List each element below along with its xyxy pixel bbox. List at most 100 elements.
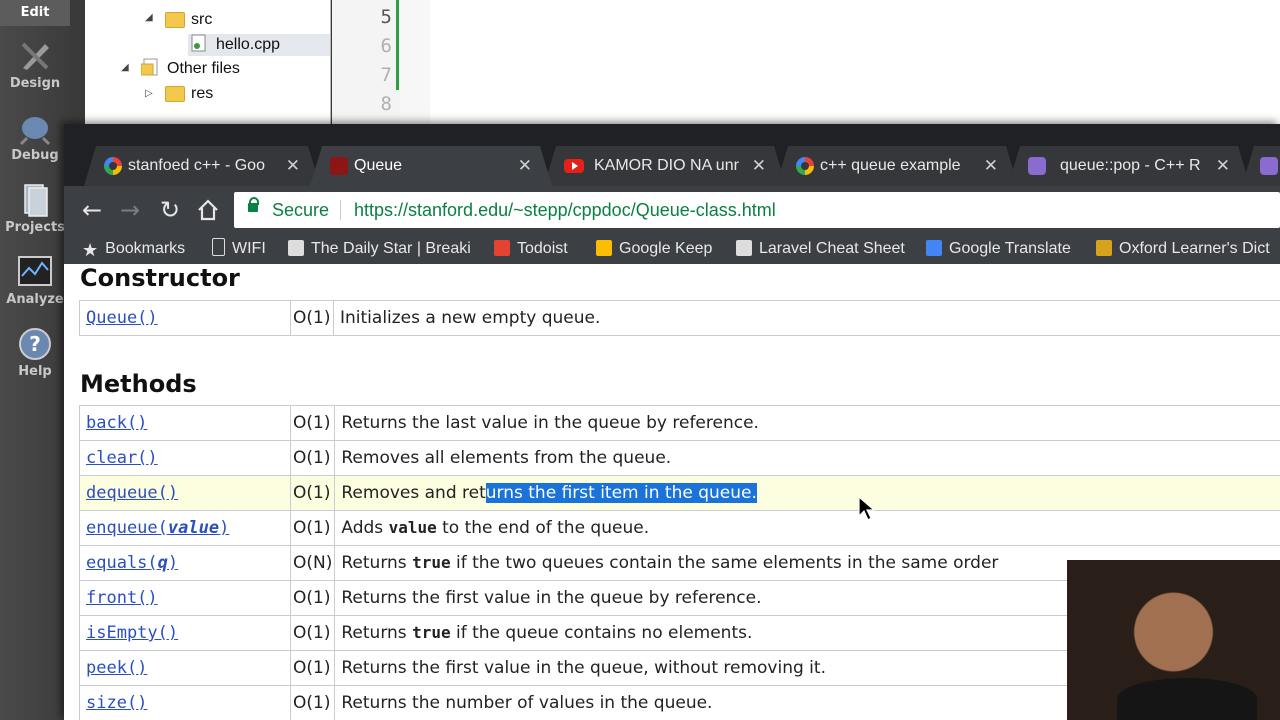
complexity: O(1) xyxy=(289,685,336,720)
design-icon xyxy=(21,42,49,70)
bookmark-label: Oxford Learner's Dict xyxy=(1119,240,1270,257)
tree-item-src[interactable]: src xyxy=(165,9,212,31)
method-link[interactable]: clear() xyxy=(86,448,158,468)
bookmark-laravel[interactable]: Laravel Cheat Sheet xyxy=(736,234,905,264)
tab-title: stanfoed c++ - Goo xyxy=(128,157,265,174)
bookmark-label: Google Translate xyxy=(949,240,1071,257)
url-text: https://stanford.edu/~stepp/cppdoc/Queue… xyxy=(354,200,776,220)
method-link[interactable]: Queue() xyxy=(86,308,158,328)
analyze-icon xyxy=(18,256,52,286)
mode-debug-label: Debug xyxy=(11,148,59,163)
method-description: Removes all elements from the queue. xyxy=(334,440,1280,476)
tree-item-hello-cpp[interactable]: hello.cpp xyxy=(188,34,330,56)
tree-item-res[interactable]: res xyxy=(165,83,213,105)
qt-mode-bar: Edit Design Debug Projects Analyze ? Hel… xyxy=(0,0,70,720)
tab-google-search[interactable]: stanfoed c++ - Goo ✕ xyxy=(84,146,320,186)
mode-edit[interactable]: Edit xyxy=(0,0,70,26)
line-number: 5 xyxy=(380,6,392,28)
method-link[interactable]: equals(q) xyxy=(86,553,178,573)
mode-edit-label: Edit xyxy=(20,5,50,20)
bookmark-google-keep[interactable]: Google Keep xyxy=(596,234,712,264)
table-row: clear() O(1) Removes all elements from t… xyxy=(79,440,1280,476)
bookmark-daily-star[interactable]: The Daily Star | Breaki xyxy=(288,234,471,264)
mode-help-label: Help xyxy=(18,364,52,379)
svg-text:?: ? xyxy=(29,332,41,356)
mode-design[interactable]: Design xyxy=(0,38,70,91)
daily-star-icon xyxy=(288,240,304,256)
method-link[interactable]: back() xyxy=(86,413,147,433)
table-row: dequeue() O(1) Removes and returns the f… xyxy=(79,475,1280,511)
constructor-heading: Constructor xyxy=(80,264,240,292)
tab-queue[interactable]: Queue ✕ xyxy=(310,146,552,186)
method-link[interactable]: dequeue() xyxy=(86,483,178,503)
tree-item-label: src xyxy=(191,11,213,28)
star-icon: ★ xyxy=(82,240,99,260)
table-row: back() O(1) Returns the last value in th… xyxy=(79,405,1280,441)
home-icon[interactable] xyxy=(194,196,222,224)
tree-item-label: Other files xyxy=(167,60,240,77)
project-tree: ◢ src hello.cpp ◢ Other files ▷ res xyxy=(85,0,331,124)
mode-projects[interactable]: Projects xyxy=(0,182,70,235)
tab-title: c++ queue example xyxy=(820,157,961,174)
close-tab-icon[interactable]: ✕ xyxy=(286,146,300,186)
method-link[interactable]: peek() xyxy=(86,658,147,678)
method-description: Removes and returns the first item in th… xyxy=(334,475,1280,511)
folder-icon xyxy=(165,85,185,102)
description-text: Removes and ret xyxy=(341,483,486,503)
tree-item-other-files[interactable]: Other files xyxy=(140,58,240,80)
tab-strip: stanfoed c++ - Goo ✕ Queue ✕ KAMOR DIO N… xyxy=(64,124,1280,186)
keep-icon xyxy=(596,240,612,256)
bookmarks-bar: ★ Bookmarks WIFI The Daily Star | Breaki … xyxy=(64,234,1280,264)
reload-icon[interactable]: ↻ xyxy=(156,196,184,224)
youtube-icon xyxy=(564,159,584,173)
close-tab-icon[interactable]: ✕ xyxy=(984,146,998,186)
laravel-icon xyxy=(736,240,752,256)
bookmark-oxford[interactable]: Oxford Learner's Dict xyxy=(1096,234,1270,264)
expand-arrow-icon[interactable]: ◢ xyxy=(121,62,129,73)
stanford-icon xyxy=(330,157,348,175)
todoist-icon xyxy=(494,240,510,256)
close-tab-icon[interactable]: ✕ xyxy=(752,146,766,186)
mode-debug[interactable]: Debug xyxy=(0,110,70,163)
tab-queue-pop[interactable]: queue::pop - C++ R ✕ xyxy=(1008,146,1250,186)
close-tab-icon[interactable]: ✕ xyxy=(1216,146,1230,186)
table-row: enqueue(value) O(1) Adds value to the en… xyxy=(79,510,1280,546)
tab-cpp-queue-example[interactable]: c++ queue example ✕ xyxy=(776,146,1018,186)
bookmark-wifi[interactable]: WIFI xyxy=(212,234,266,264)
bookmark-todoist[interactable]: Todoist xyxy=(494,234,568,264)
expand-arrow-icon[interactable]: ◢ xyxy=(145,12,153,23)
change-marker xyxy=(396,0,399,90)
tab-youtube[interactable]: KAMOR DIO NA unr ✕ xyxy=(544,146,786,186)
mode-projects-label: Projects xyxy=(5,220,65,235)
bookmark-bookmarks[interactable]: ★ Bookmarks xyxy=(82,234,185,264)
bookmark-google-translate[interactable]: Google Translate xyxy=(926,234,1071,264)
bookmark-label: Todoist xyxy=(517,240,568,257)
google-icon xyxy=(796,157,814,175)
secure-label: Secure xyxy=(272,200,330,220)
translate-icon xyxy=(926,240,942,256)
line-number-gutter: 5 6 7 8 xyxy=(332,0,400,124)
collapse-arrow-icon[interactable]: ▷ xyxy=(145,88,153,99)
method-link[interactable]: front() xyxy=(86,588,158,608)
complexity: O(1) xyxy=(289,580,336,616)
forward-arrow-icon[interactable]: → xyxy=(116,196,144,224)
address-bar[interactable]: Secure https://stanford.edu/~stepp/cppdo… xyxy=(234,192,1280,228)
method-link[interactable]: isEmpty() xyxy=(86,623,178,643)
bookmark-label: Bookmarks xyxy=(105,240,186,257)
line-number: 6 xyxy=(380,35,392,57)
bookmark-label: WIFI xyxy=(232,240,266,257)
oxford-icon xyxy=(1096,240,1112,256)
close-tab-icon[interactable]: ✕ xyxy=(518,146,532,186)
google-icon xyxy=(104,157,122,175)
table-row: Queue() O(1) Initializes a new empty que… xyxy=(79,300,1280,336)
mode-design-label: Design xyxy=(9,76,61,91)
method-link[interactable]: size() xyxy=(86,693,147,713)
tab-overflow[interactable] xyxy=(1242,146,1280,186)
code-editor[interactable] xyxy=(400,0,1280,124)
back-arrow-icon[interactable]: ← xyxy=(78,196,106,224)
methods-heading: Methods xyxy=(80,370,197,398)
complexity: O(1) xyxy=(289,650,336,686)
mode-help[interactable]: ? Help xyxy=(0,326,70,379)
method-link[interactable]: enqueue(value) xyxy=(86,518,229,538)
mode-analyze[interactable]: Analyze xyxy=(0,254,70,307)
